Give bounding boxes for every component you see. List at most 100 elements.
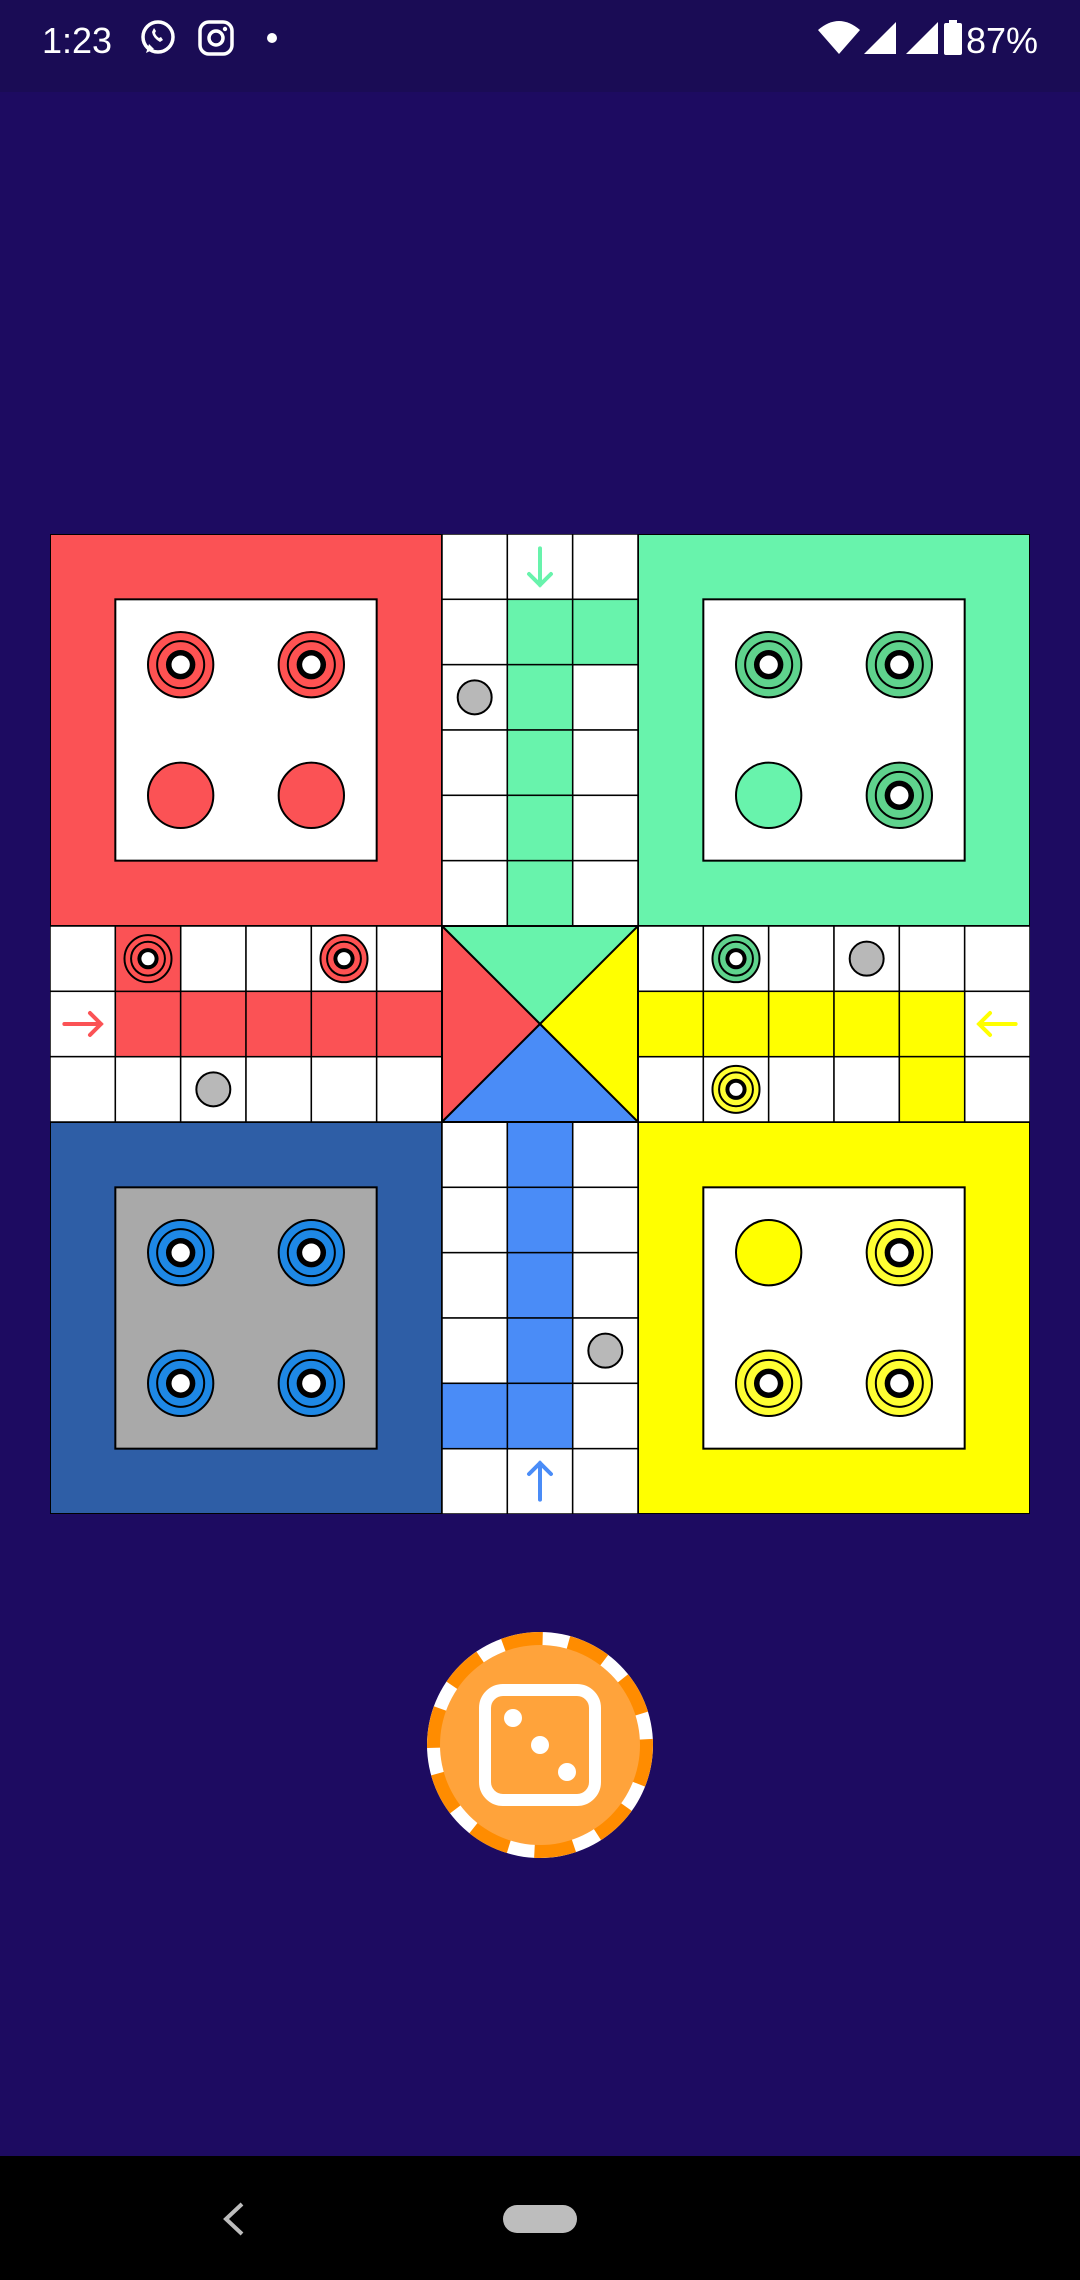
roll-dice-button[interactable] — [427, 1632, 653, 1858]
track-cell — [310, 1055, 378, 1123]
battery-percent: 87% — [965, 20, 1038, 61]
track-cell — [571, 1186, 639, 1254]
red-path-cell — [114, 990, 182, 1058]
track-cell — [49, 1055, 117, 1123]
red-track-token-center-dot — [337, 952, 351, 966]
green-home-token-center-dot — [890, 786, 909, 805]
home-pill-icon[interactable] — [503, 2205, 577, 2233]
yellow-path-cell — [767, 990, 835, 1058]
dice-icon — [427, 1632, 653, 1858]
green-home-yard — [702, 598, 966, 862]
track-cell — [571, 729, 639, 797]
red-path-cell — [245, 990, 313, 1058]
blue-home-token-center-dot — [302, 1243, 321, 1262]
track-cell — [441, 1121, 509, 1189]
track-cell — [441, 1447, 509, 1515]
red-path-cell — [179, 990, 247, 1058]
wifi-icon: 4 — [818, 21, 860, 56]
track-cell — [571, 533, 639, 601]
blue-home-token-center-dot — [171, 1374, 190, 1393]
track-cell — [441, 533, 509, 601]
yellow-home-token — [735, 1219, 803, 1287]
safe-spot — [587, 1332, 624, 1369]
blue-start-cell — [441, 1382, 509, 1450]
board-canvas — [48, 532, 1032, 1516]
track-cell — [963, 925, 1031, 993]
track-cell — [441, 859, 509, 927]
track-cell — [571, 794, 639, 862]
track-cell — [49, 925, 117, 993]
blue-path-cell — [506, 1121, 574, 1189]
track-cell — [571, 1251, 639, 1319]
safe-spot — [456, 679, 493, 716]
whatsapp-icon — [141, 20, 175, 54]
green-home-token-center-dot — [890, 655, 909, 674]
track-cell — [637, 1055, 705, 1123]
track-cell — [571, 859, 639, 927]
notification-dot-icon — [267, 33, 277, 43]
yellow-path-cell — [637, 990, 705, 1058]
track-cell — [179, 925, 247, 993]
track-cell — [571, 1121, 639, 1189]
wifi-badge: 4 — [847, 40, 855, 56]
red-home-yard — [114, 598, 378, 862]
track-cell — [441, 1251, 509, 1319]
red-home-token-center-dot — [302, 655, 321, 674]
track-cell — [767, 925, 835, 993]
red-home-token-center-dot — [171, 655, 190, 674]
green-path-cell — [506, 663, 574, 731]
green-path-cell — [506, 729, 574, 797]
yellow-path-cell — [833, 990, 901, 1058]
yellow-path-cell — [898, 990, 966, 1058]
track-cell — [441, 729, 509, 797]
red-home-token — [147, 761, 215, 830]
track-cell — [245, 925, 313, 993]
status-bar: 1:23 4 87% — [0, 0, 1080, 92]
green-path-cell — [506, 859, 574, 927]
red-path-cell — [310, 990, 378, 1058]
back-chevron-icon[interactable] — [212, 2196, 258, 2242]
yellow-home-token-center-dot — [759, 1374, 778, 1393]
track-cell — [637, 925, 705, 993]
green-start-cell — [571, 598, 639, 666]
track-cell — [375, 1055, 443, 1123]
red-home-token — [277, 761, 346, 830]
yellow-start-cell — [898, 1055, 966, 1123]
yellow-home-yard — [702, 1186, 966, 1450]
track-cell — [963, 1055, 1031, 1123]
track-cell — [898, 925, 966, 993]
green-path-cell — [506, 794, 574, 862]
track-cell — [571, 1447, 639, 1515]
track-cell — [441, 1186, 509, 1254]
track-cell — [245, 1055, 313, 1123]
blue-home-token-center-dot — [171, 1243, 190, 1262]
green-home-token — [735, 761, 803, 830]
red-path-cell — [375, 990, 443, 1058]
track-cell — [441, 1317, 509, 1385]
yellow-home-token-center-dot — [890, 1374, 909, 1393]
blue-home-token-center-dot — [302, 1374, 321, 1393]
battery-icon — [944, 20, 962, 55]
track-cell — [375, 925, 443, 993]
track-cell — [571, 1382, 639, 1450]
safe-spot — [848, 940, 885, 977]
instagram-icon — [198, 20, 234, 56]
blue-path-cell — [506, 1317, 574, 1385]
blue-path-cell — [506, 1251, 574, 1319]
yellow-home-token-center-dot — [890, 1243, 909, 1262]
green-home-token-center-dot — [759, 655, 778, 674]
track-cell — [767, 1055, 835, 1123]
track-cell — [441, 794, 509, 862]
status-time: 1:23 — [42, 20, 113, 61]
green-path-cell — [506, 598, 574, 666]
signal-icon — [906, 22, 938, 54]
signal-icon — [864, 22, 896, 54]
blue-path-cell — [506, 1382, 574, 1450]
yellow-path-cell — [702, 990, 770, 1058]
yellow-track-token-center-dot — [729, 1082, 743, 1096]
red-track-token-center-dot — [141, 952, 155, 966]
ludo-board — [48, 532, 1032, 1516]
blue-path-cell — [506, 1186, 574, 1254]
track-cell — [571, 663, 639, 731]
green-track-token-center-dot — [729, 952, 743, 966]
